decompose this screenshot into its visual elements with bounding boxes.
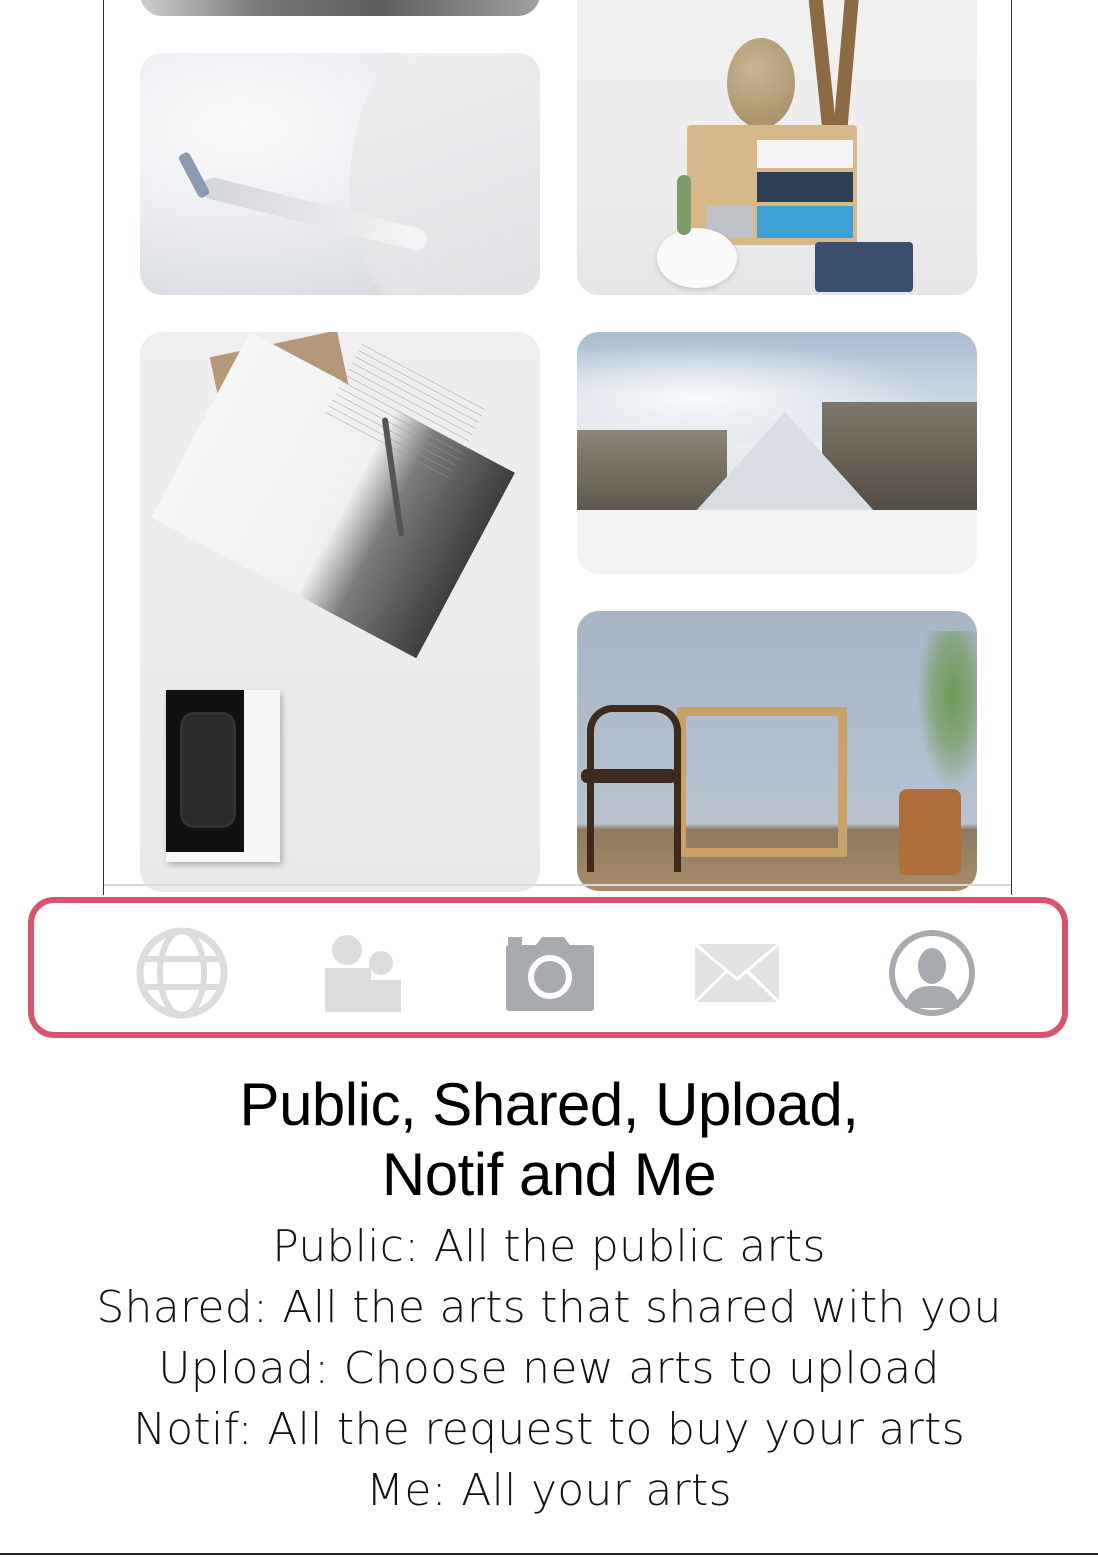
- photo-tile-chair[interactable]: [577, 611, 977, 891]
- wing-tip: [177, 150, 211, 200]
- twine-ball: [727, 38, 795, 128]
- airplane-window: [350, 53, 540, 295]
- divider: [0, 1553, 1098, 1555]
- drawer: [757, 140, 853, 168]
- description-line: Public: All the public arts: [272, 1221, 826, 1272]
- ruler: [832, 0, 860, 141]
- suitcase: [899, 789, 961, 875]
- open-magazine: [151, 332, 515, 659]
- camera-icon: [506, 937, 594, 1011]
- photo-tile-airplane-wing[interactable]: [140, 53, 540, 295]
- cactus: [677, 175, 691, 235]
- description-line: Upload: Choose new arts to upload: [158, 1343, 940, 1394]
- tab-shared[interactable]: [312, 923, 412, 1023]
- tab-bar-divider: [104, 884, 1011, 886]
- chair-seat: [581, 769, 677, 783]
- drawer: [757, 206, 853, 238]
- tab-me[interactable]: [882, 923, 982, 1023]
- plant: [917, 631, 977, 791]
- glasses: [180, 712, 236, 828]
- description-line: Shared: All the arts that shared with yo…: [96, 1282, 1002, 1333]
- phone-screen: [103, 0, 1012, 895]
- user-circle-icon: [889, 930, 975, 1016]
- title-line: Notif and Me: [381, 1141, 717, 1208]
- picture-frame: [677, 707, 847, 857]
- plant-tray: [815, 242, 913, 292]
- description-line: Notif: All the request to buy your arts: [133, 1404, 965, 1455]
- tab-bar-highlight: [28, 897, 1068, 1038]
- caption: Public, Shared, Upload, Notif and Me Pub…: [0, 1070, 1098, 1521]
- tab-notif[interactable]: [687, 923, 787, 1023]
- photo-tile-notebook[interactable]: [140, 332, 540, 892]
- description-line: Me: All your arts: [366, 1465, 732, 1516]
- people-icon: [325, 935, 401, 1012]
- pyramid: [695, 412, 875, 512]
- chair: [587, 705, 681, 872]
- tab-public[interactable]: [132, 923, 232, 1023]
- drawer: [757, 172, 853, 202]
- caption-title: Public, Shared, Upload, Notif and Me: [169, 1070, 929, 1210]
- tab-upload[interactable]: [500, 923, 600, 1023]
- envelope-icon: [693, 942, 781, 1004]
- globe-icon: [136, 927, 228, 1019]
- caption-description: Public: All the public arts Shared: All …: [0, 1216, 1098, 1521]
- pot: [657, 228, 737, 288]
- photo-tile[interactable]: [140, 0, 540, 16]
- photo-tile-louvre[interactable]: [577, 332, 977, 574]
- photo-tile-dresser[interactable]: [577, 0, 977, 295]
- plaza: [577, 510, 977, 574]
- ruler: [807, 0, 837, 131]
- title-line: Public, Shared, Upload,: [239, 1071, 859, 1138]
